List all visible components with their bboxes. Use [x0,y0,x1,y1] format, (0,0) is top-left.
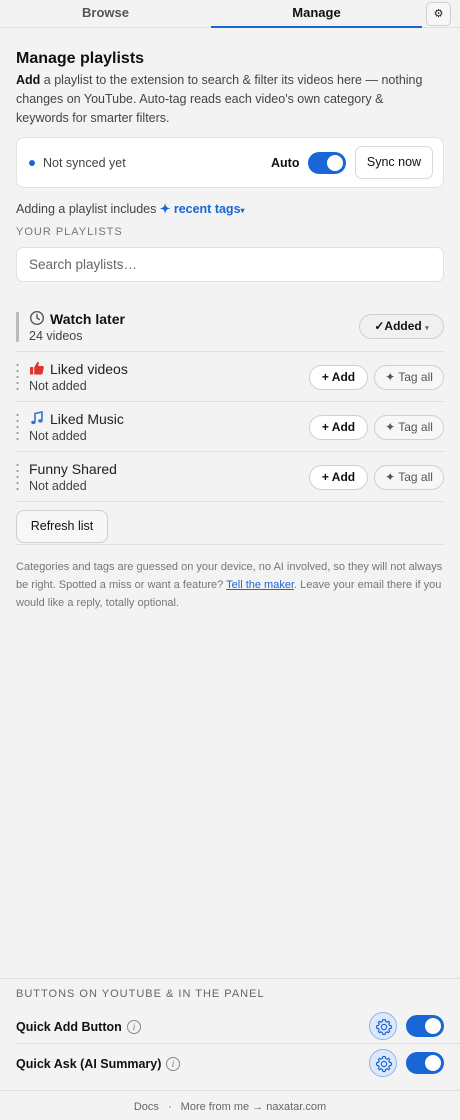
playlist-subtitle: Not added [29,379,87,393]
drag-handle[interactable] [16,362,19,392]
music-note-icon [31,411,43,425]
playlist-row-watch-later: Watch later 24 videos ✓Added ▾ [16,302,444,352]
docs-link[interactable]: Docs [134,1101,159,1113]
settings-button[interactable]: ⚙ [426,2,451,26]
info-icon[interactable]: i [127,1020,141,1034]
divider [16,1043,460,1044]
gear-icon [375,1018,393,1036]
gear-icon [375,1055,393,1073]
playlist-row-liked-videos: Liked videos Not added + Add ✦ Tag all [16,352,444,402]
thumbs-up-icon [30,361,44,375]
playlist-title: Liked Music [50,411,124,427]
recent-tags-label: recent tags [173,202,241,216]
quick-ask-toggle[interactable] [406,1052,444,1074]
auto-sync-label: Auto [271,156,300,170]
playlist-title: Liked videos [50,361,128,377]
quick-ask-label: Quick Ask (AI Summary) [16,1057,162,1071]
gear-icon: ⚙ [433,8,444,20]
playlist-row-liked-music: Liked Music Not added + Add ✦ Tag all [16,402,444,452]
toggle-knob [425,1018,441,1034]
sync-now-button[interactable]: Sync now [355,146,433,179]
panel-section-label: BUTTONS ON YOUTUBE & IN THE PANEL [16,988,265,1000]
tag-all-button[interactable]: ✦ Tag all [374,365,444,390]
tag-all-button[interactable]: ✦ Tag all [374,465,444,490]
added-label: ✓Added [374,319,422,333]
refresh-list-button[interactable]: Refresh list [16,510,108,543]
quick-add-label: Quick Add Button [16,1020,122,1034]
tab-browse[interactable]: Browse [0,0,211,28]
playlist-subtitle: 24 videos [29,329,83,343]
drag-handle[interactable] [16,412,19,442]
playlist-title: Funny Shared [29,461,117,477]
sync-card: Not synced yet Auto Sync now [16,137,444,188]
quick-ask-settings-button[interactable] [369,1049,397,1077]
active-indicator [16,312,19,342]
drag-handle[interactable] [16,462,19,492]
add-playlist-button[interactable]: + Add [309,415,368,440]
add-playlist-button[interactable]: + Add [309,365,368,390]
footer: Docs · More from me → naxatar.com [0,1090,460,1120]
tab-bar: Browse Manage ⚙ [0,0,460,28]
toggle-knob [327,155,343,171]
sync-status: Not synced yet [43,156,126,170]
info-icon[interactable]: i [166,1057,180,1071]
tab-manage[interactable]: Manage [211,0,422,28]
quick-ask-row: Quick Ask (AI Summary) i [0,1047,460,1084]
tag-all-button[interactable]: ✦ Tag all [374,415,444,440]
toggle-knob [425,1055,441,1071]
more-from-me-link[interactable]: More from me → naxatar.com [181,1101,327,1113]
auto-sync-toggle[interactable] [308,152,346,174]
playlist-row-funny-shared: Funny Shared Not added + Add ✦ Tag all [16,452,444,502]
desc-bold: Add [16,73,41,87]
divider [16,544,444,545]
search-playlists-input[interactable] [16,247,444,282]
clock-icon [29,310,45,326]
quick-add-settings-button[interactable] [369,1012,397,1040]
disclaimer-note: Categories and tags are guessed on your … [16,558,444,612]
sync-status-dot [29,160,35,166]
chevron-down-icon: ▾ [425,325,429,332]
playlist-title: Watch later [50,311,125,327]
quick-add-toggle[interactable] [406,1015,444,1037]
added-dropdown-button[interactable]: ✓Added ▾ [359,314,444,339]
recent-tags-dropdown[interactable]: ✦ recent tags▾ [160,202,245,216]
includes-line: Adding a playlist includes ✦ recent tags… [16,201,245,216]
playlist-subtitle: Not added [29,479,87,493]
page-title: Manage playlists [16,50,145,67]
tell-the-maker-link[interactable]: Tell the maker [226,579,294,591]
footer-separator: · [167,1101,172,1113]
add-playlist-button[interactable]: + Add [309,465,368,490]
desc-text: a playlist to the extension to search & … [16,73,423,125]
playlist-subtitle: Not added [29,429,87,443]
sparkle-icon: ✦ [159,202,171,216]
quick-add-row: Quick Add Button i [0,1010,460,1047]
chevron-down-icon: ▾ [240,206,245,215]
page-description: Add a playlist to the extension to searc… [16,71,436,128]
includes-prefix: Adding a playlist includes [16,202,157,216]
playlists-section-label: YOUR PLAYLISTS [16,226,123,238]
